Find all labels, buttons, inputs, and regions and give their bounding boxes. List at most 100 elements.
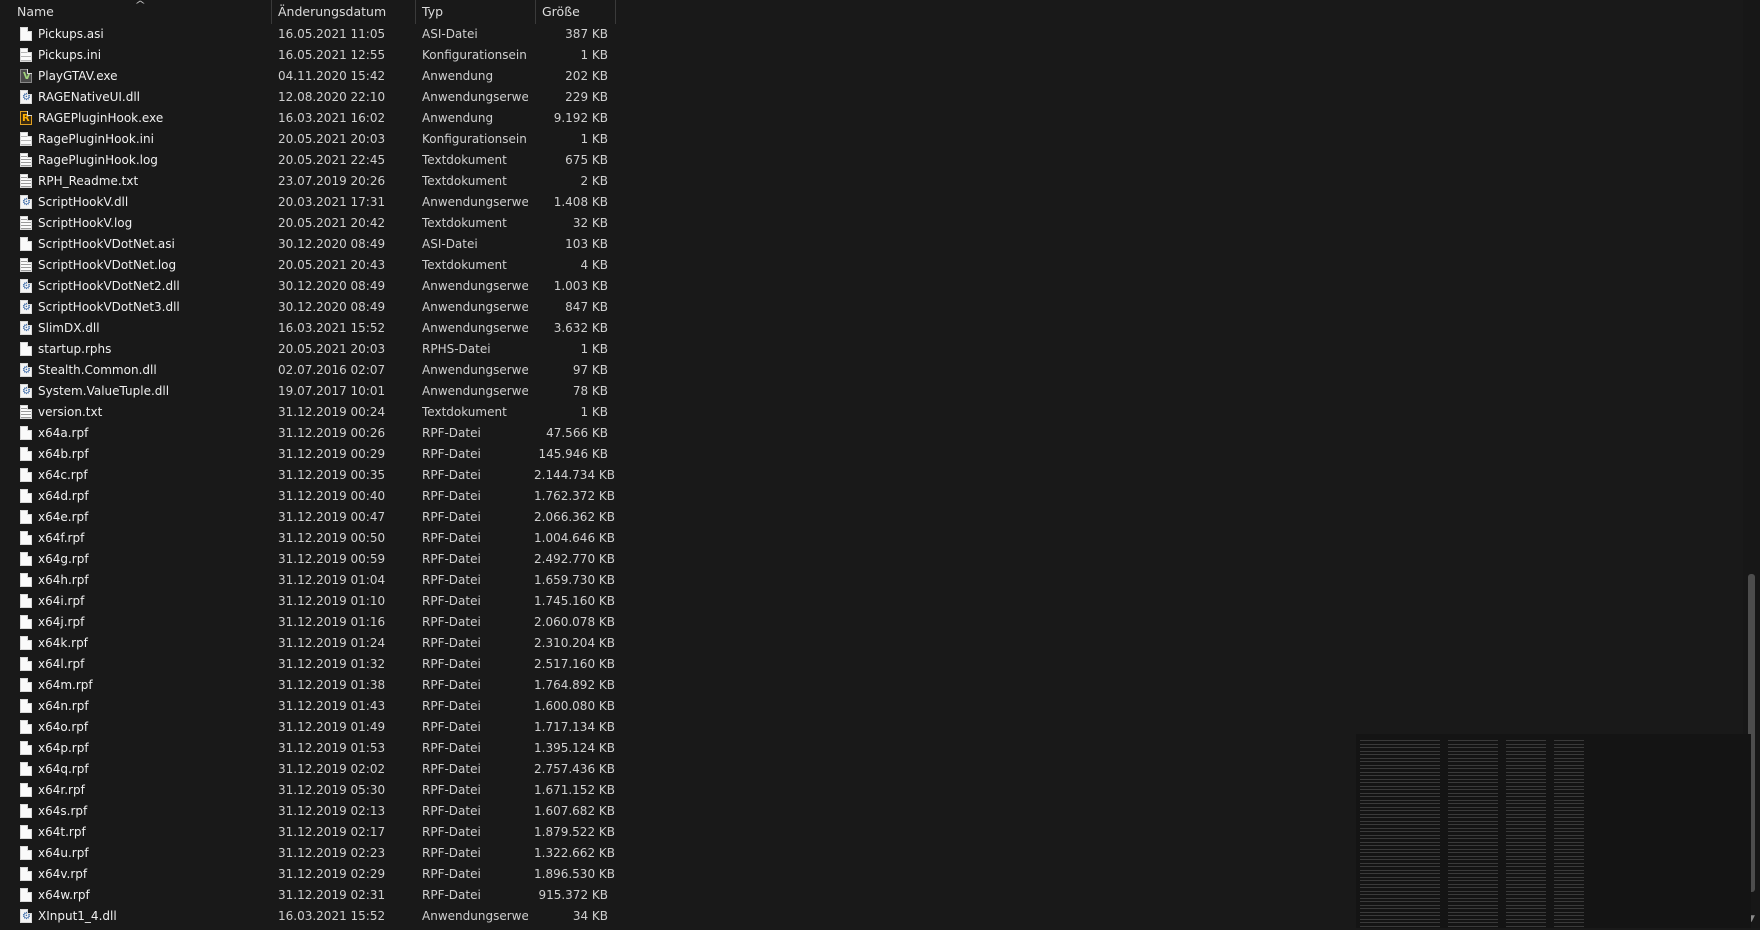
file-row[interactable]: x64l.rpf 31.12.2019 01:32 RPF-Datei 2.517.1…: [0, 654, 616, 675]
file-icon-wrapper: [20, 216, 33, 231]
file-date: 23.07.2019 20:26: [278, 174, 386, 188]
file-row[interactable]: x64o.rpf 31.12.2019 01:49 RPF-Datei 1.717.1…: [0, 717, 616, 738]
file-date: 31.12.2019 02:17: [278, 825, 386, 839]
file-row[interactable]: x64g.rpf 31.12.2019 00:59 RPF-Datei 2.492.7…: [0, 549, 616, 570]
file-type: Anwendungserwe...: [422, 300, 528, 314]
thumbnail-line: [1506, 743, 1546, 745]
thumbnail-line: [1448, 768, 1498, 769]
thumbnail-line: [1554, 764, 1584, 766]
thumbnail-line: [1360, 908, 1440, 909]
file-row[interactable]: ScriptHookVDotNet.log 20.05.2021 20:43 Tex…: [0, 255, 616, 276]
file-icon: [20, 825, 32, 839]
thumbnail-line: [1506, 796, 1546, 797]
thumbnail-line: [1448, 806, 1498, 808]
file-row[interactable]: x64s.rpf 31.12.2019 02:13 RPF-Datei 1.607.6…: [0, 801, 616, 822]
file-type: RPF-Datei: [422, 867, 481, 881]
file-name: ScriptHookVDotNet.asi: [38, 237, 175, 251]
file-row[interactable]: RagePluginHook.log 20.05.2021 22:45 Textdo…: [0, 150, 616, 171]
file-row[interactable]: System.ValueTuple.dll 19.07.2017 10:01 Anw…: [0, 381, 616, 402]
file-icon: [20, 846, 32, 860]
thumbnail-line: [1448, 845, 1498, 846]
file-row[interactable]: Stealth.Common.dll 02.07.2016 02:07 Anwend…: [0, 360, 616, 381]
column-header-type[interactable]: Typ: [416, 0, 536, 24]
file-row[interactable]: x64r.rpf 31.12.2019 05:30 RPF-Datei 1.671.1…: [0, 780, 616, 801]
thumbnail-line: [1554, 859, 1584, 860]
thumbnail-line: [1448, 918, 1498, 920]
thumbnail-line: [1554, 820, 1584, 822]
file-date: 31.12.2019 00:29: [278, 447, 386, 461]
file-size: 1.659.730 KB: [534, 573, 615, 587]
file-icon-wrapper: [20, 192, 33, 213]
file-row[interactable]: RAGEPluginHook.exe 16.03.2021 16:02 Anwend…: [0, 108, 616, 129]
thumbnail-line: [1554, 838, 1584, 839]
file-type: Anwendungserwe...: [422, 384, 528, 398]
file-row[interactable]: x64p.rpf 31.12.2019 01:53 RPF-Datei 1.395.1…: [0, 738, 616, 759]
file-icon: [20, 699, 32, 713]
file-row[interactable]: x64w.rpf 31.12.2019 02:31 RPF-Datei 915.372…: [0, 885, 616, 906]
file-row[interactable]: RPH_Readme.txt 23.07.2019 20:26 Textdokume…: [0, 171, 616, 192]
file-row[interactable]: x64i.rpf 31.12.2019 01:10 RPF-Datei 1.745.1…: [0, 591, 616, 612]
file-row[interactable]: x64h.rpf 31.12.2019 01:04 RPF-Datei 1.659.7…: [0, 570, 616, 591]
file-row[interactable]: SlimDX.dll 16.03.2021 15:52 Anwendungserwe…: [0, 318, 616, 339]
file-name: x64b.rpf: [38, 447, 89, 461]
file-size: 387 KB: [565, 27, 608, 41]
file-row[interactable]: x64e.rpf 31.12.2019 00:47 RPF-Datei 2.066.3…: [0, 507, 616, 528]
file-row[interactable]: x64k.rpf 31.12.2019 01:24 RPF-Datei 2.310.2…: [0, 633, 616, 654]
file-type: RPHS-Datei: [422, 342, 491, 356]
file-row[interactable]: Pickups.asi 16.05.2021 11:05 ASI-Datei 387 …: [0, 24, 616, 45]
column-header-name-label: Name: [17, 4, 54, 19]
file-icon-wrapper: [20, 108, 33, 129]
sort-ascending-icon: ^: [134, 0, 147, 11]
column-header-date-label: Änderungsdatum: [278, 4, 387, 19]
file-row[interactable]: x64u.rpf 31.12.2019 02:23 RPF-Datei 1.322.6…: [0, 843, 616, 864]
file-size: 2.060.078 KB: [534, 615, 615, 629]
file-icon: [20, 447, 32, 461]
file-row[interactable]: ScriptHookV.dll 20.03.2021 17:31 Anwendung…: [0, 192, 616, 213]
thumbnail-line: [1360, 743, 1440, 745]
thumbnail-line: [1554, 757, 1584, 759]
file-icon-wrapper: [20, 66, 33, 87]
file-row[interactable]: x64j.rpf 31.12.2019 01:16 RPF-Datei 2.060.0…: [0, 612, 616, 633]
column-header-size[interactable]: Größe: [536, 0, 616, 24]
file-row[interactable]: Pickups.ini 16.05.2021 12:55 Konfiguration…: [0, 45, 616, 66]
file-row[interactable]: ScriptHookV.log 20.05.2021 20:42 Textdokum…: [0, 213, 616, 234]
file-row[interactable]: XInput1_4.dll 16.03.2021 15:52 Anwendungse…: [0, 906, 616, 927]
file-row[interactable]: RAGENativeUI.dll 12.08.2020 22:10 Anwendun…: [0, 87, 616, 108]
file-icon-wrapper: [20, 552, 33, 567]
file-date: 16.03.2021 15:52: [278, 909, 386, 923]
file-row[interactable]: startup.rphs 20.05.2021 20:03 RPHS-Datei 1 …: [0, 339, 616, 360]
file-type: RPF-Datei: [422, 825, 481, 839]
file-row[interactable]: x64n.rpf 31.12.2019 01:43 RPF-Datei 1.600.0…: [0, 696, 616, 717]
file-name: SlimDX.dll: [38, 321, 100, 335]
column-header-date[interactable]: Änderungsdatum: [272, 0, 416, 24]
thumbnail-line: [1506, 771, 1546, 773]
file-row[interactable]: x64b.rpf 31.12.2019 00:29 RPF-Datei 145.946…: [0, 444, 616, 465]
file-row[interactable]: x64t.rpf 31.12.2019 02:17 RPF-Datei 1.879.5…: [0, 822, 616, 843]
file-row[interactable]: ScriptHookVDotNet.asi 30.12.2020 08:49 ASI…: [0, 234, 616, 255]
file-size: 2.492.770 KB: [534, 552, 615, 566]
file-row[interactable]: x64q.rpf 31.12.2019 02:02 RPF-Datei 2.757.4…: [0, 759, 616, 780]
file-row[interactable]: x64m.rpf 31.12.2019 01:38 RPF-Datei 1.764.8…: [0, 675, 616, 696]
file-name: x64j.rpf: [38, 615, 85, 629]
file-row[interactable]: x64c.rpf 31.12.2019 00:35 RPF-Datei 2.144.7…: [0, 465, 616, 486]
thumbnail-line: [1554, 908, 1584, 909]
file-row[interactable]: version.txt 31.12.2019 00:24 Textdokument 1…: [0, 402, 616, 423]
file-row[interactable]: x64d.rpf 31.12.2019 00:40 RPF-Datei 1.762.3…: [0, 486, 616, 507]
thumbnail-line: [1506, 894, 1546, 895]
file-type: RPF-Datei: [422, 846, 481, 860]
file-row[interactable]: ScriptHookVDotNet2.dll 30.12.2020 08:49 An…: [0, 276, 616, 297]
text-file-icon: [20, 153, 32, 167]
file-size: 202 KB: [565, 69, 608, 83]
file-row[interactable]: x64f.rpf 31.12.2019 00:50 RPF-Datei 1.004.6…: [0, 528, 616, 549]
thumbnail-line: [1554, 880, 1584, 881]
file-row[interactable]: PlayGTAV.exe 04.11.2020 15:42 Anwendung 202…: [0, 66, 616, 87]
thumbnail-line: [1554, 901, 1584, 902]
thumbnail-line: [1506, 845, 1546, 846]
file-row[interactable]: x64a.rpf 31.12.2019 00:26 RPF-Datei 47.566 …: [0, 423, 616, 444]
file-row[interactable]: ScriptHookVDotNet3.dll 30.12.2020 08:49 An…: [0, 297, 616, 318]
thumbnail-line: [1554, 743, 1584, 745]
column-header-name[interactable]: ^ Name: [0, 0, 272, 24]
file-row[interactable]: RagePluginHook.ini 20.05.2021 20:03 Konfig…: [0, 129, 616, 150]
file-size: 1 KB: [580, 405, 608, 419]
file-row[interactable]: x64v.rpf 31.12.2019 02:29 RPF-Datei 1.896.5…: [0, 864, 616, 885]
